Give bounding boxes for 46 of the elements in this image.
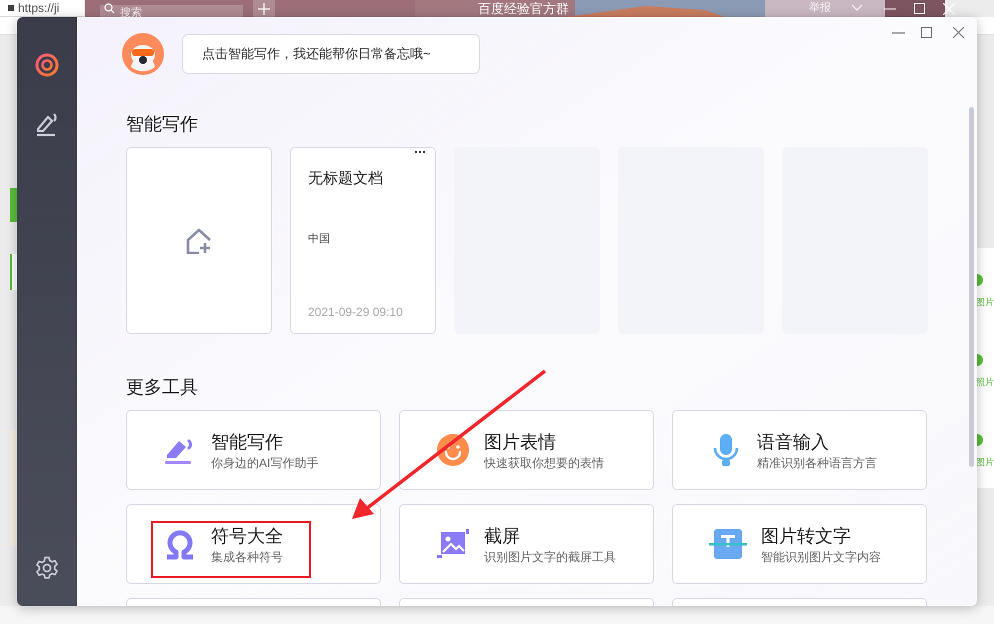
house-plus-icon	[185, 228, 213, 254]
minimize-icon[interactable]	[892, 32, 905, 34]
close-icon[interactable]	[953, 27, 964, 38]
banner-title: 百度经验官方群	[478, 0, 569, 17]
tool-description: 集成各种符号	[211, 550, 283, 564]
more-options-button[interactable]	[414, 150, 426, 154]
document-title: 无标题文档	[308, 170, 384, 188]
tool-title: 截屏	[484, 524, 521, 546]
address-bar[interactable]: https://ji	[0, 0, 84, 17]
pen-icon[interactable]	[35, 111, 59, 137]
document-date: 2021-09-29 09:10	[308, 305, 404, 319]
tool-card[interactable]: 截屏 识别图片文字的截屏工具	[399, 504, 654, 584]
tool-card[interactable]: 图片表情 快速获取你想要的表情	[399, 410, 654, 490]
maximize-icon[interactable]	[921, 27, 932, 38]
assistant-message: 点击智能写作，我还能帮你日常备忘哦~	[182, 34, 480, 74]
scan-text-icon	[709, 527, 747, 561]
tool-card[interactable]: 智能写作 你身边的AI写作助手	[126, 410, 381, 490]
tool-title: 智能写作	[211, 430, 284, 452]
tool-description: 你身边的AI写作助手	[211, 456, 318, 470]
smiley-icon	[436, 433, 470, 467]
address-text: https://ji	[18, 1, 60, 15]
image-crop-icon	[436, 527, 470, 561]
tool-title: 符号大全	[211, 524, 283, 546]
search-icon	[104, 3, 115, 14]
document-excerpt: 中国	[308, 232, 331, 246]
add-button[interactable]	[253, 0, 275, 17]
tool-description: 识别图片文字的截屏工具	[484, 550, 616, 564]
document-card[interactable]: 无标题文档 中国 2021-09-29 09:10	[290, 147, 436, 334]
tool-description: 快速获取你想要的表情	[484, 456, 604, 470]
tool-description: 精准识别各种语言方言	[757, 456, 877, 470]
section-title: 智能写作	[126, 113, 199, 135]
tool-card[interactable]: 符号大全 集成各种符号	[126, 504, 381, 584]
section-title: 更多工具	[126, 376, 199, 398]
page-icon	[8, 5, 14, 11]
robot-mascot-icon	[122, 33, 164, 75]
ring-logo-icon[interactable]	[35, 53, 59, 77]
scrollbar-thumb[interactable]	[969, 107, 974, 467]
tool-title: 图片表情	[484, 430, 557, 452]
plus-icon	[258, 2, 270, 14]
tool-title: 图片转文字	[761, 524, 852, 546]
tool-description: 智能识别图片文字内容	[761, 550, 881, 564]
more-icon	[414, 150, 426, 154]
tool-card[interactable]: 图片转文字 智能识别图片文字内容	[672, 504, 927, 584]
tool-card[interactable]: 语音输入 精准识别各种语言方言	[672, 410, 927, 490]
tool-title: 语音输入	[757, 430, 830, 452]
settings-icon[interactable]	[35, 556, 59, 580]
